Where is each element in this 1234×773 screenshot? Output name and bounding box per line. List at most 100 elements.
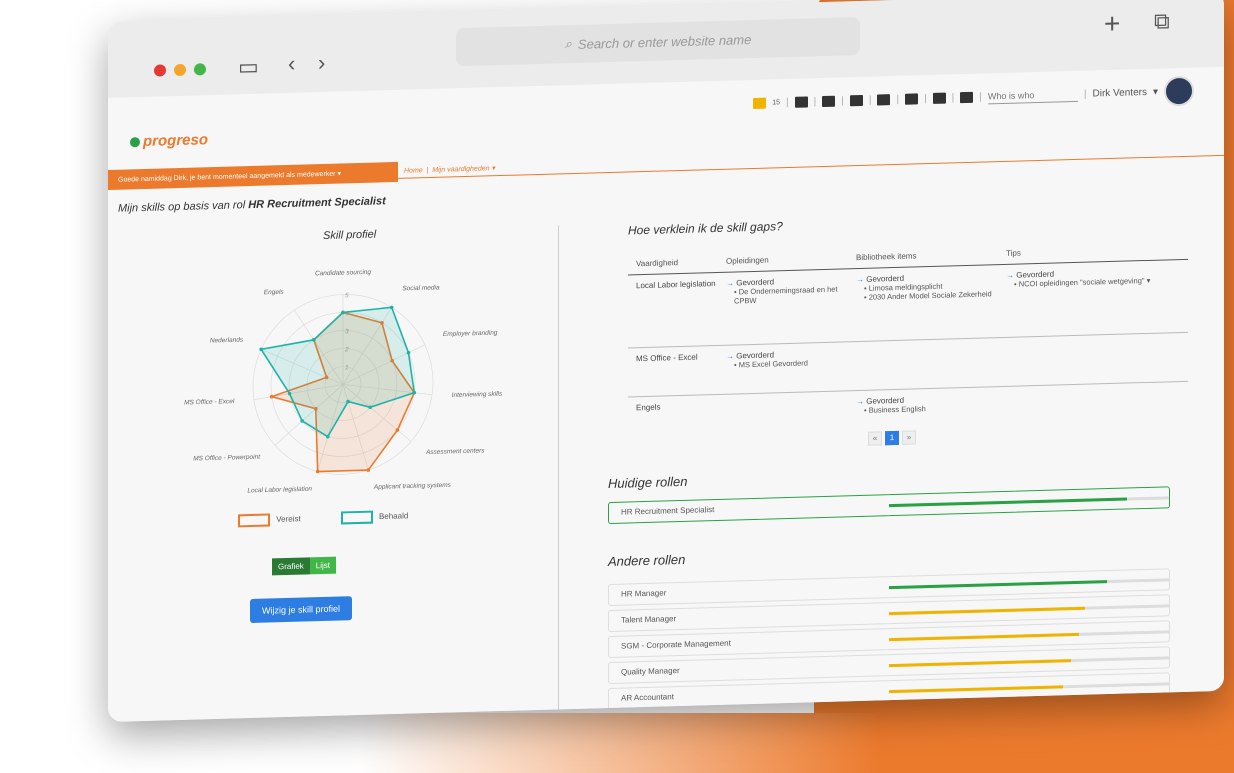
role-progress-fill [889, 659, 1071, 668]
role-progress-track [889, 682, 1169, 694]
radar-axis-label: Engels [264, 289, 285, 297]
separator: | [1083, 88, 1087, 100]
arrow-icon: → [726, 278, 734, 288]
legend-swatch-achieved [340, 510, 373, 525]
header-vaardigheid: Vaardigheid [636, 258, 679, 269]
role-progress-track [889, 604, 1169, 616]
radar-axis-label: Employer branding [443, 330, 498, 339]
role-name: Quality Manager [621, 666, 680, 677]
role-progress-track [889, 496, 1169, 508]
mail-count: 15 [772, 98, 781, 106]
graduation-icon[interactable] [849, 94, 863, 106]
column-divider [558, 225, 559, 723]
breadcrumb: Home | Mijn vaardigheden ▾ [404, 165, 495, 175]
separator: | [924, 92, 927, 104]
radar-axis-label: MS Office - Excel [184, 398, 235, 406]
radar-axis-label: Interviewing skills [452, 391, 503, 399]
row-skill: Engels [636, 402, 661, 413]
separator: | [813, 95, 817, 107]
separator: | [868, 94, 872, 106]
separator: | [786, 96, 789, 108]
team-icon[interactable] [932, 92, 946, 104]
pager-page-1[interactable]: 1 [885, 430, 899, 446]
address-bar[interactable]: ⌕ Search or enter website name [456, 16, 860, 67]
chart-legend: Vereist Behaald [238, 510, 408, 528]
page-title-prefix: Mijn skills op basis van rol [118, 199, 246, 215]
role-name: Talent Manager [621, 614, 677, 625]
item-text: MS Excel Gevorderd [738, 358, 808, 370]
chart-icon[interactable] [822, 95, 836, 107]
radar-axis-label: Applicant tracking systems [373, 482, 452, 491]
maximize-window-dot[interactable] [194, 63, 206, 76]
org-chart-icon[interactable] [960, 91, 974, 103]
role-row[interactable]: HR Recruitment Specialist [608, 486, 1170, 525]
logo[interactable]: progreso [130, 131, 208, 150]
legend-achieved[interactable]: Behaald [340, 510, 409, 525]
other-roles-title: Andere rollen [608, 551, 686, 570]
book-icon[interactable] [905, 92, 919, 105]
logo-leaf-icon [130, 136, 140, 147]
role-progress-track [889, 578, 1169, 590]
background-gradient [360, 713, 880, 773]
role-progress-track [889, 630, 1169, 642]
breadcrumb-current[interactable]: Mijn vaardigheden [432, 165, 489, 174]
pagination: « 1 » [868, 430, 916, 446]
browser-window: ▭ ‹ › ⌕ Search or enter website name + ⧉… [108, 0, 1224, 723]
role-name: HR Recruitment Specialist [621, 505, 715, 517]
arrow-icon: → [856, 274, 864, 285]
minimize-window-dot[interactable] [174, 63, 186, 77]
toggle-chart-button[interactable]: Grafiek [272, 557, 310, 576]
item-text: Business English [868, 404, 926, 415]
new-tab-icon[interactable]: + [1104, 8, 1120, 39]
pager-next[interactable]: » [902, 430, 916, 445]
user-menu[interactable]: Dirk Venters [1093, 86, 1147, 99]
legend-label-achieved: Behaald [378, 511, 409, 522]
toggle-list-button[interactable]: Lijst [309, 556, 337, 575]
row-skill: MS Office - Excel [636, 352, 698, 364]
pager-prev[interactable]: « [868, 431, 882, 446]
breadcrumb-home[interactable]: Home [404, 167, 423, 175]
back-icon[interactable]: ‹ [288, 51, 295, 76]
sidebar-toggle-icon[interactable]: ▭ [238, 54, 259, 80]
row-opleidingen: → Gevorderd • De Ondernemingsraad en het… [726, 275, 856, 339]
header-bibliotheek: Bibliotheek items [856, 251, 917, 263]
role-name: SGM - Corporate Management [621, 638, 731, 651]
who-is-who-input[interactable] [987, 86, 1078, 104]
legend-swatch-required [238, 513, 270, 528]
print-icon[interactable] [794, 95, 808, 108]
page-title-role: HR Recruitment Specialist [248, 195, 386, 212]
legend-label-required: Vereist [276, 514, 301, 524]
arrow-icon: → [1006, 270, 1014, 280]
radar-axis-label: Nederlands [210, 337, 244, 345]
view-toggle: Grafiek Lijst [272, 556, 337, 576]
separator: | [841, 94, 844, 107]
separator: | [979, 91, 982, 103]
radar-point [315, 469, 320, 474]
header-tips: Tips [1006, 248, 1021, 258]
top-toolbar: 15 | | | | | | | | | Dirk Venters ▾ [753, 75, 1194, 118]
logo-text: progreso [143, 131, 209, 151]
radar-point [269, 394, 274, 399]
role-name: AR Accountant [621, 692, 674, 703]
page-title: Mijn skills op basis van rol HR Recruitm… [118, 195, 386, 214]
skill-profile-title: Skill profiel [323, 228, 377, 242]
tabs-overview-icon[interactable]: ⧉ [1154, 8, 1170, 33]
row-opleidingen-empty [726, 397, 856, 437]
row-tips: → Gevorderd • NCOI opleidingen "sociale … [1006, 267, 1156, 331]
edit-skill-profile-button[interactable]: Wijzig je skill profiel [250, 596, 353, 624]
legend-required[interactable]: Vereist [238, 513, 301, 528]
skill-gaps-table: Vaardigheid Opleidingen Bibliotheek item… [628, 237, 1188, 446]
list-item[interactable]: • De Ondernemingsraad en het CPBW [726, 284, 856, 306]
mail-icon[interactable] [753, 97, 767, 109]
header-opleidingen: Opleidingen [726, 255, 769, 266]
close-window-dot[interactable] [154, 64, 166, 77]
row-skill: Local Labor legislation [636, 279, 716, 291]
search-icon: ⌕ [564, 36, 572, 52]
avatar[interactable] [1164, 75, 1194, 107]
role-progress-fill [889, 606, 1085, 616]
greeting-bar[interactable]: Goede namiddag Dirk, je bent momenteel a… [108, 161, 398, 190]
chevron-down-icon[interactable]: ▾ [1153, 86, 1158, 97]
forward-icon[interactable]: › [318, 50, 325, 75]
radar-axis-label: Local Labor legislation [247, 486, 312, 495]
document-icon[interactable] [877, 93, 891, 106]
